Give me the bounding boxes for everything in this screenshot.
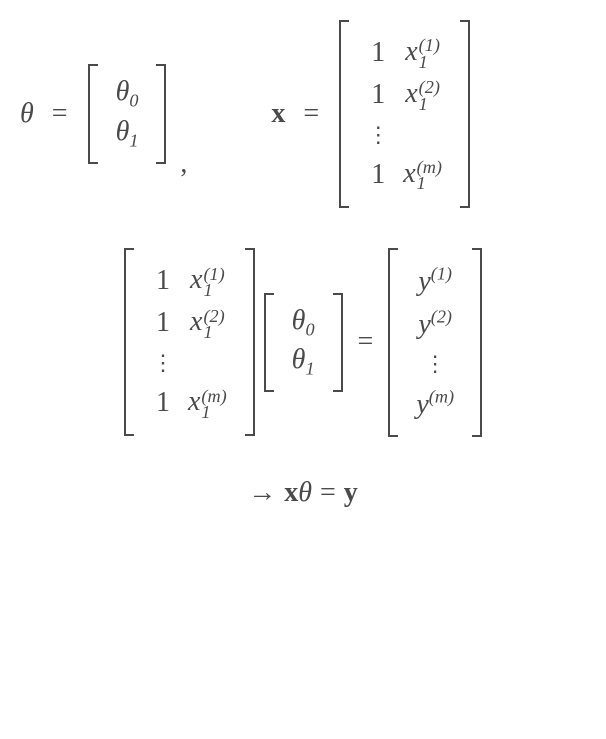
y-bold-final: y <box>344 477 358 509</box>
equals-sign: = <box>350 326 382 358</box>
x-bold-final: x <box>284 477 298 509</box>
theta-0: θ0 <box>292 305 315 336</box>
matrix-one: 1 <box>367 158 389 192</box>
matrix-x-1-m: x(m)1 <box>403 158 442 189</box>
matrix-one: 1 <box>152 264 174 298</box>
matrix-one: 1 <box>367 36 389 70</box>
y-m: y(m) <box>416 389 454 420</box>
equals-sign: = <box>44 98 76 130</box>
y-2: y(2) <box>418 309 452 340</box>
x-design-matrix: 1 x(1)1 1 x(2)1 ⋮ 1 x(m)1 <box>339 20 470 208</box>
x-design-matrix-2: 1 x(1)1 1 x(2)1 ⋮ 1 x(m)1 <box>124 248 255 436</box>
equals-sign: = <box>295 98 327 130</box>
equation-row-1: θ = θ0 θ1 , x = 1 x(1)1 1 <box>20 20 586 208</box>
vdots: ⋮ <box>152 348 174 378</box>
theta-symbol: θ <box>20 98 34 130</box>
equation-row-3: → xθ = y <box>20 477 586 509</box>
matrix-one: 1 <box>152 306 174 340</box>
matrix-x-1-2: x(2)1 <box>405 78 440 109</box>
y-column-vector: y(1) y(2) ⋮ y(m) <box>388 248 482 437</box>
theta-1: θ1 <box>116 116 139 147</box>
y-1: y(1) <box>418 266 452 297</box>
theta-column-vector: θ0 θ1 <box>88 64 167 163</box>
matrix-x-1-2: x(2)1 <box>190 306 225 337</box>
arrow-symbol: → <box>248 477 276 509</box>
vdots: ⋮ <box>367 120 389 150</box>
equals-sign: = <box>312 477 344 509</box>
matrix-x-1-1: x(1)1 <box>405 36 440 67</box>
comma: , <box>178 148 191 180</box>
matrix-one: 1 <box>367 78 389 112</box>
matrix-x-1-1: x(1)1 <box>190 264 225 295</box>
theta-column-vector-2: θ0 θ1 <box>264 293 343 392</box>
vdots: ⋮ <box>416 349 454 379</box>
matrix-one: 1 <box>152 386 174 420</box>
math-equations-block: θ = θ0 θ1 , x = 1 x(1)1 1 <box>20 20 586 509</box>
matrix-x-1-m: x(m)1 <box>188 386 227 417</box>
theta-final: θ <box>298 477 312 509</box>
x-bold-symbol: x <box>271 98 285 130</box>
theta-1: θ1 <box>292 344 315 375</box>
equation-row-2: 1 x(1)1 1 x(2)1 ⋮ 1 x(m)1 <box>20 248 586 437</box>
theta-0: θ0 <box>116 76 139 107</box>
